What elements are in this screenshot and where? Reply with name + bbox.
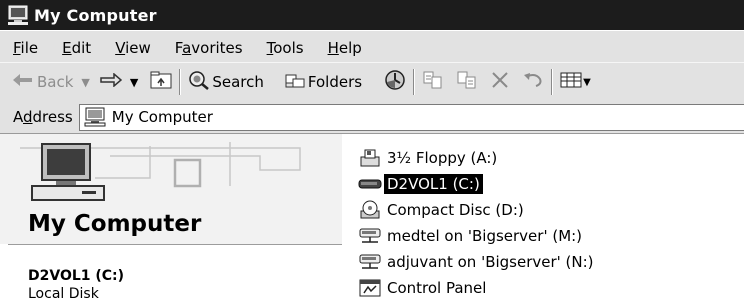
- copy-to-button[interactable]: [456, 70, 478, 94]
- menu-view-label: iew: [125, 38, 151, 57]
- up-folder-icon: [150, 71, 172, 93]
- menu-bar: File Edit View Favorites Tools Help: [0, 31, 744, 62]
- title-bar: My Computer: [0, 0, 744, 30]
- list-item[interactable]: Compact Disc (D:): [358, 198, 597, 222]
- list-item[interactable]: medtel on 'Bigserver' (M:): [358, 224, 597, 248]
- network-drive-icon: [358, 226, 382, 246]
- window-title: My Computer: [34, 5, 157, 25]
- menu-tools[interactable]: Tools: [267, 37, 304, 57]
- panel-header: My Computer: [0, 134, 342, 244]
- list-item-label: 3½ Floppy (A:): [387, 149, 498, 167]
- address-label-rest: dress: [32, 108, 73, 126]
- menu-view[interactable]: View: [115, 37, 151, 57]
- views-button[interactable]: ▼: [560, 71, 591, 93]
- list-item[interactable]: 3½ Floppy (A:): [358, 146, 597, 170]
- menu-help-hotkey: H: [327, 38, 339, 57]
- cd-icon: [358, 200, 382, 220]
- menu-file[interactable]: File: [13, 37, 38, 57]
- forward-dropdown-icon[interactable]: ▼: [130, 76, 138, 89]
- menu-edit[interactable]: Edit: [62, 37, 91, 57]
- search-button[interactable]: Search: [188, 70, 264, 94]
- toolbar-separator: [413, 69, 416, 95]
- menu-file-hotkey: F: [13, 38, 21, 57]
- search-label: Search: [212, 73, 264, 91]
- list-item[interactable]: Control Panel: [358, 276, 597, 300]
- menu-edit-hotkey: E: [62, 38, 72, 57]
- list-item[interactable]: D2VOL1 (C:): [358, 172, 597, 196]
- list-item-label: Control Panel: [387, 279, 487, 297]
- folders-icon: [284, 71, 306, 93]
- list-item-label: Compact Disc (D:): [387, 201, 524, 219]
- toolbar: Back ▼ ▼ Search Folders ▼: [0, 62, 744, 102]
- views-dropdown-icon: ▼: [583, 76, 591, 88]
- history-icon: [384, 69, 406, 95]
- move-to-button[interactable]: [422, 70, 444, 94]
- undo-button[interactable]: [522, 71, 544, 93]
- details-drive-name: D2VOL1 (C:): [28, 268, 125, 284]
- network-drive-icon: [358, 252, 382, 272]
- undo-icon: [522, 71, 544, 93]
- panel-title: My Computer: [28, 211, 202, 237]
- address-field[interactable]: My Computer: [78, 103, 744, 131]
- toolbar-separator: [551, 69, 554, 95]
- menu-view-hotkey: V: [115, 38, 126, 57]
- toolbar-separator: [179, 69, 182, 95]
- back-dropdown-icon[interactable]: ▼: [81, 76, 89, 89]
- menu-favorites-label: vorites: [191, 38, 243, 57]
- address-label: Address: [13, 108, 73, 126]
- search-icon: [188, 70, 210, 94]
- address-label-pre: A: [13, 108, 23, 126]
- details-panel: My Computer D2VOL1 (C:) Local Disk: [0, 134, 342, 307]
- menu-tools-label: ools: [273, 38, 304, 57]
- address-value: My Computer: [111, 108, 213, 126]
- drive-list: 3½ Floppy (A:) D2VOL1 (C:) Compact Disc …: [358, 146, 597, 302]
- floppy-icon: [358, 148, 382, 168]
- control-panel-icon: [358, 278, 382, 298]
- menu-favorites-pre: F: [174, 38, 183, 57]
- my-computer-icon: [83, 107, 107, 127]
- back-label: Back: [37, 73, 74, 91]
- list-item-label: D2VOL1 (C:): [384, 174, 483, 194]
- folders-label: Folders: [307, 73, 363, 91]
- folders-button[interactable]: Folders: [284, 71, 362, 93]
- delete-button[interactable]: [490, 70, 510, 94]
- delete-icon: [490, 70, 510, 94]
- menu-help[interactable]: Help: [328, 37, 362, 57]
- computer-large-icon: [26, 142, 110, 208]
- my-computer-icon: [7, 5, 29, 25]
- address-bar: Address My Computer: [0, 101, 744, 134]
- details-drive-type: Local Disk: [28, 286, 99, 302]
- menu-favorites-hotkey: a: [182, 38, 192, 57]
- history-button[interactable]: [384, 69, 406, 95]
- menu-help-label: elp: [338, 38, 362, 57]
- list-item-label: adjuvant on 'Bigserver' (N:): [387, 253, 594, 271]
- copy-to-icon: [456, 70, 478, 94]
- menu-favorites[interactable]: Favorites: [175, 37, 243, 57]
- list-item[interactable]: adjuvant on 'Bigserver' (N:): [358, 250, 597, 274]
- divider: [8, 244, 342, 245]
- back-button[interactable]: Back: [12, 73, 73, 91]
- hard-disk-icon: [358, 174, 382, 194]
- address-label-hotkey: d: [23, 108, 33, 126]
- list-item-label: medtel on 'Bigserver' (M:): [387, 227, 583, 245]
- up-folder-button[interactable]: [150, 71, 172, 93]
- move-to-icon: [422, 70, 444, 94]
- views-icon: [560, 71, 582, 93]
- forward-arrow-icon: [100, 72, 123, 91]
- forward-button[interactable]: [100, 72, 123, 91]
- menu-file-label: ile: [20, 38, 39, 57]
- menu-edit-label: dit: [71, 38, 92, 57]
- back-arrow-icon: [12, 73, 34, 91]
